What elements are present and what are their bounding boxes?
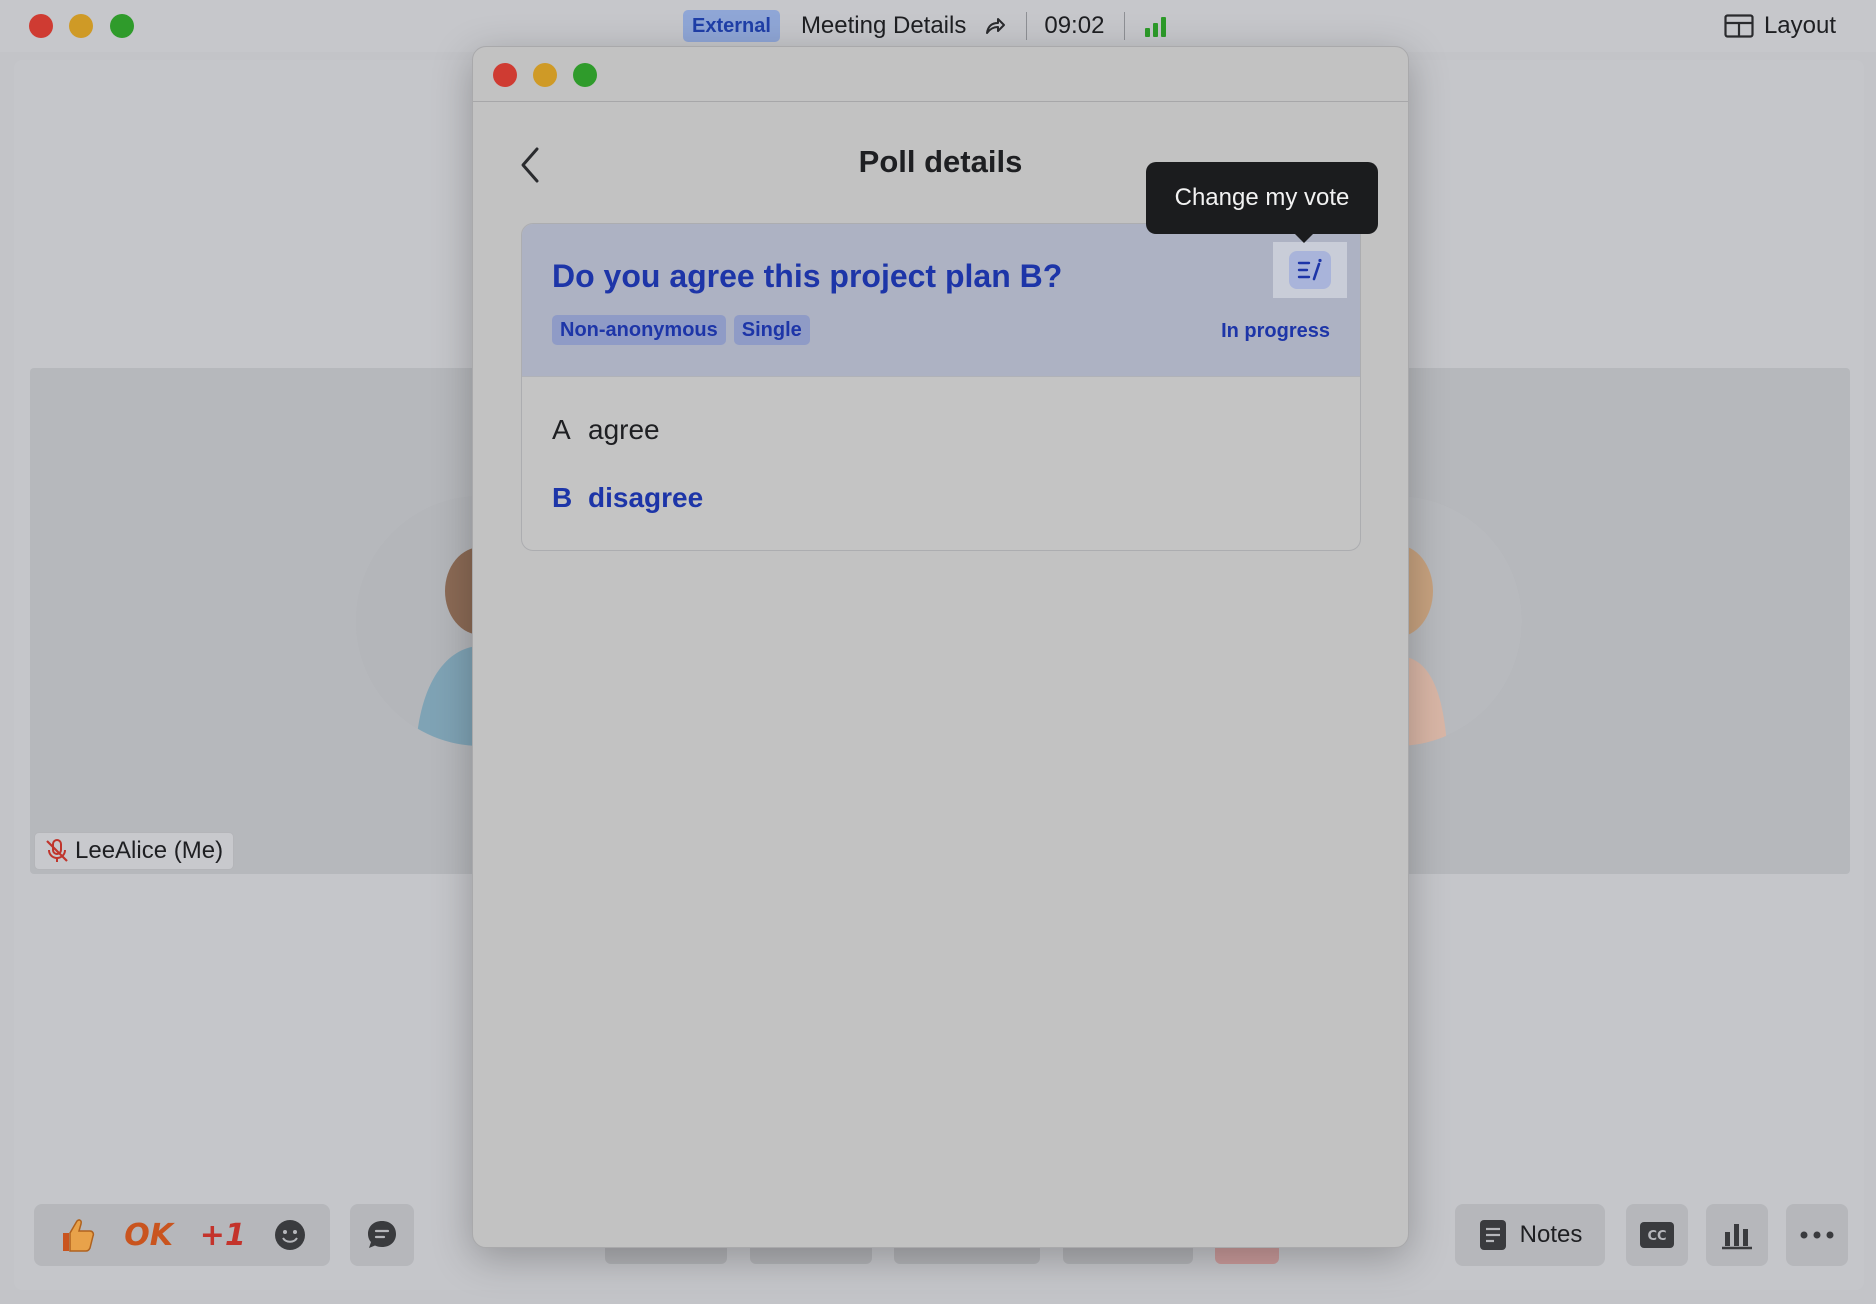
notes-button[interactable]: Notes (1455, 1204, 1605, 1266)
close-modal-button[interactable] (493, 63, 517, 87)
meeting-title-group: External Meeting Details 09:02 (683, 10, 1167, 42)
more-dots-icon (1800, 1231, 1834, 1239)
participant-name-tag: LeeAlice (Me) (34, 832, 235, 870)
notes-label: Notes (1519, 1221, 1583, 1248)
emoji-icon[interactable] (273, 1218, 307, 1252)
minimize-modal-button[interactable] (533, 63, 557, 87)
share-icon[interactable] (984, 15, 1006, 37)
title-bar: External Meeting Details 09:02 Layout (0, 0, 1876, 52)
meeting-timer: 09:02 (1044, 12, 1105, 39)
divider (1026, 12, 1028, 40)
maximize-modal-button[interactable] (573, 63, 597, 87)
option-letter: B (552, 482, 573, 513)
poll-card-header: Do you agree this project plan B? Non-an… (522, 224, 1360, 377)
change-vote-button[interactable] (1273, 242, 1347, 298)
bar-chart-icon (1722, 1224, 1752, 1250)
poll-status: In progress (1221, 320, 1330, 342)
reaction-plus-one-button[interactable]: +1 (200, 1218, 246, 1253)
captions-icon: CC (1640, 1222, 1674, 1248)
change-vote-tooltip: Change my vote (1146, 162, 1378, 243)
poll-question: Do you agree this project plan B? (552, 258, 1063, 294)
chat-button[interactable] (350, 1204, 414, 1266)
option-text: disagree (588, 482, 704, 513)
mic-muted-icon (46, 839, 68, 862)
maximize-window-button[interactable] (110, 14, 134, 38)
divider (1124, 12, 1126, 40)
participant-name: LeeAlice (Me) (75, 837, 224, 864)
captions-button[interactable]: CC (1626, 1204, 1688, 1266)
option-letter: A (552, 414, 571, 445)
choice-type-tag: Single (733, 315, 810, 345)
grid-icon (1724, 14, 1754, 38)
network-signal-icon[interactable] (1145, 15, 1167, 37)
captions-text: CC (1647, 1229, 1666, 1244)
layout-label: Layout (1763, 12, 1836, 39)
thumbs-up-icon[interactable] (57, 1215, 97, 1255)
minimize-window-button[interactable] (69, 14, 93, 38)
poll-option-b[interactable]: B disagree (552, 482, 703, 514)
more-options-button[interactable] (1786, 1204, 1848, 1266)
poll-option-a[interactable]: A agree (552, 414, 660, 446)
layout-button[interactable]: Layout (1724, 10, 1836, 42)
edit-vote-icon (1297, 258, 1322, 281)
option-text: agree (588, 414, 660, 445)
polls-button[interactable] (1706, 1204, 1768, 1266)
chat-bubble-icon (368, 1221, 396, 1248)
modal-title-bar (473, 47, 1408, 102)
external-badge: External (683, 10, 780, 42)
close-window-button[interactable] (29, 14, 53, 38)
notes-icon (1479, 1220, 1506, 1250)
reactions-bar: OK +1 (34, 1204, 330, 1266)
poll-card: Do you agree this project plan B? Non-an… (521, 223, 1361, 551)
reaction-ok-button[interactable]: OK (124, 1218, 173, 1253)
anonymity-tag: Non-anonymous (552, 315, 726, 345)
meeting-details-link[interactable]: Meeting Details (801, 12, 966, 40)
poll-tags: Non-anonymous Single (552, 315, 810, 345)
change-vote-icon-bg (1289, 251, 1331, 289)
